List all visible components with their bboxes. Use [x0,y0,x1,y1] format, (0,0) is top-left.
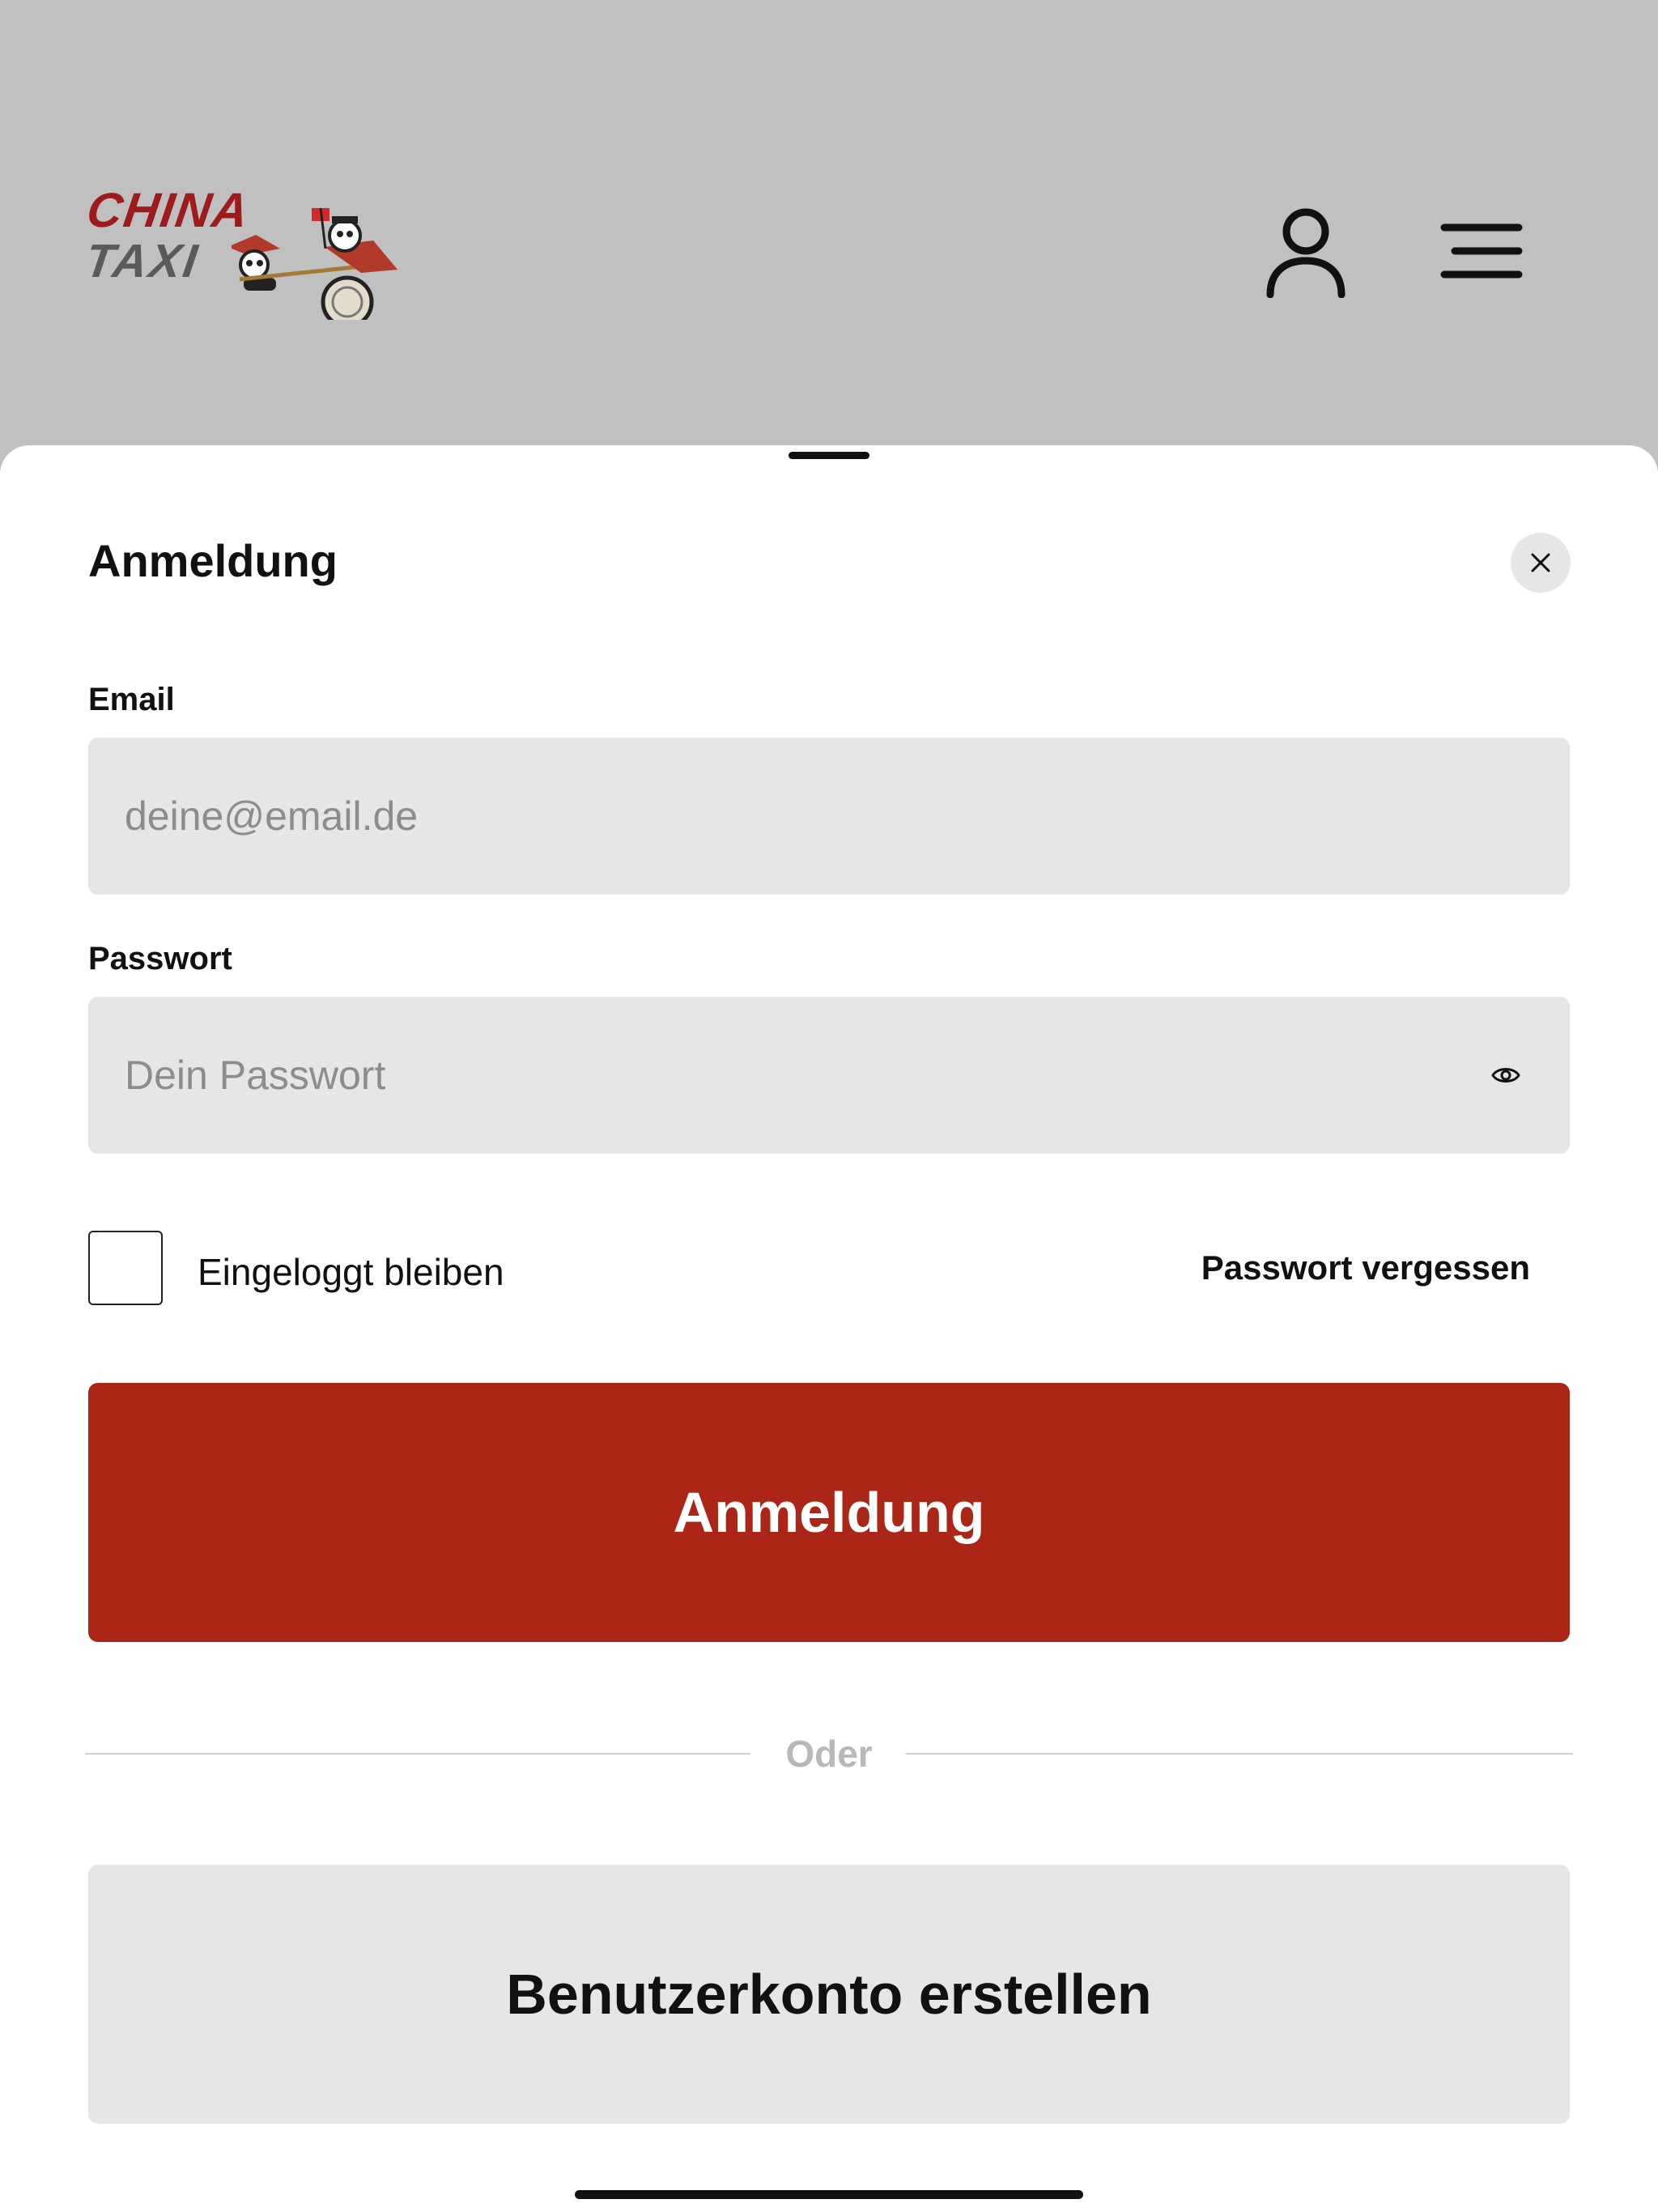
forgot-password-link[interactable]: Passwort vergessen [1201,1249,1530,1287]
email-input[interactable] [125,793,1420,840]
sheet-grabber[interactable] [789,452,869,459]
remember-me-checkbox[interactable] [88,1231,163,1305]
create-account-button[interactable]: Benutzerkonto erstellen [88,1865,1570,2124]
password-label: Passwort [88,941,232,976]
site-header: CHINA TAXI [0,0,1658,453]
rickshaw-illustration [232,207,397,320]
logo-text-line2: TAXI [82,235,203,287]
menu-button[interactable] [1433,219,1530,283]
china-taxi-logo[interactable]: CHINA TAXI [82,182,403,320]
divider-line-right [906,1753,1573,1755]
password-field-container [88,997,1570,1154]
login-title: Anmeldung [88,535,338,586]
user-account-button[interactable] [1259,202,1353,303]
login-sheet: Anmeldung Email Passwort Eingeloggt blei… [0,445,1658,2212]
menu-icon [1440,223,1523,279]
password-input[interactable] [125,1052,1420,1099]
logo-text-line1: CHINA [83,183,253,237]
home-indicator[interactable] [575,2190,1083,2199]
remember-me-label[interactable]: Eingeloggt bleiben [198,1250,504,1294]
close-button[interactable] [1511,533,1571,593]
email-field-container [88,738,1570,895]
close-icon [1531,553,1550,572]
login-submit-button[interactable]: Anmeldung [88,1383,1570,1642]
eye-icon [1491,1068,1520,1083]
user-icon [1266,208,1346,298]
email-label: Email [88,682,175,717]
divider-line-left [85,1753,750,1755]
divider-or-text: Oder [785,1733,873,1775]
show-password-button[interactable] [1486,1055,1526,1095]
